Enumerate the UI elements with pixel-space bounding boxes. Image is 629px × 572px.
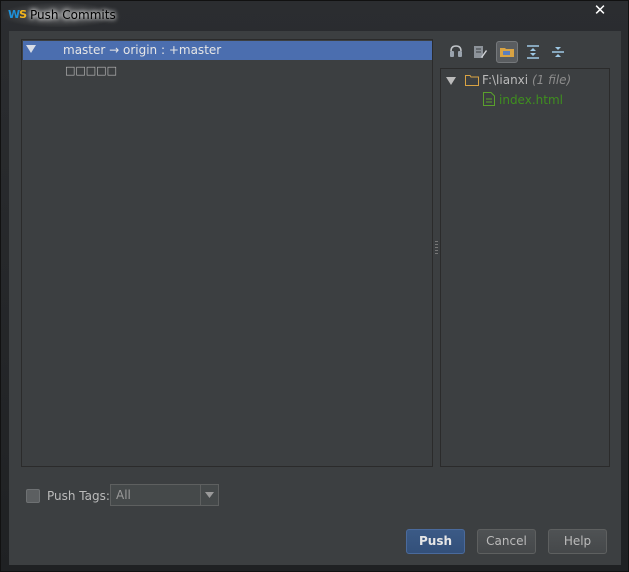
branch-label: master → origin : +master: [63, 43, 222, 57]
tags-select-value: All: [116, 488, 131, 502]
chevron-down-icon[interactable]: [200, 485, 218, 505]
panel-splitter[interactable]: [435, 241, 438, 257]
window-title: Push Commits: [30, 8, 116, 22]
push-tags-checkbox[interactable]: [26, 489, 40, 503]
folder-path: F:\lianxi: [482, 73, 529, 87]
group-by-directory-icon[interactable]: [496, 41, 518, 63]
push-button[interactable]: Push: [406, 529, 465, 554]
branch-row[interactable]: master → origin : +master: [23, 41, 432, 60]
cancel-button[interactable]: Cancel: [477, 529, 536, 554]
dialog-content: master → origin : +master □□□□□ F:\lianx…: [9, 31, 621, 565]
edit-source-icon[interactable]: [469, 41, 491, 63]
close-button[interactable]: ✕: [589, 1, 611, 19]
commits-tree[interactable]: master → origin : +master □□□□□: [21, 39, 433, 467]
expand-arrow-icon[interactable]: [446, 77, 456, 85]
expand-all-icon[interactable]: [522, 41, 544, 63]
folder-file-count: (1 file): [531, 73, 572, 87]
expand-arrow-icon[interactable]: [26, 45, 36, 53]
commit-row[interactable]: □□□□□: [65, 64, 117, 77]
webstorm-logo-icon: WS: [8, 8, 27, 21]
show-diff-icon[interactable]: [445, 41, 467, 63]
collapse-all-icon[interactable]: [547, 41, 569, 63]
push-commits-dialog: WS Push Commits ✕ master → origin : +mas…: [0, 0, 629, 572]
title-bar[interactable]: WS Push Commits ✕: [1, 1, 628, 29]
tags-select[interactable]: All: [110, 484, 219, 506]
help-button[interactable]: Help: [548, 529, 607, 554]
folder-icon: [465, 74, 479, 89]
html-file-icon: [483, 92, 495, 109]
push-tags-label: Push Tags:: [47, 489, 110, 503]
file-name: index.html: [499, 93, 563, 107]
changes-tree[interactable]: F:\lianxi (1 file) index.html: [440, 68, 610, 467]
